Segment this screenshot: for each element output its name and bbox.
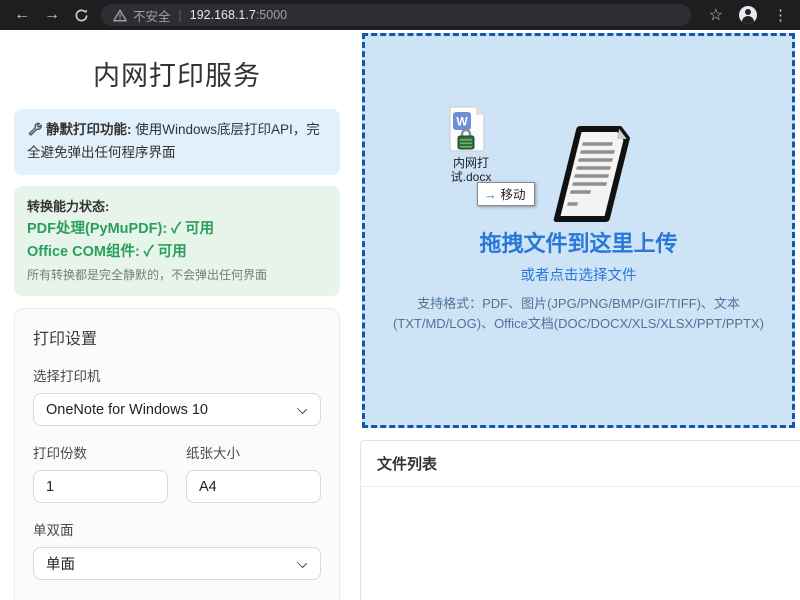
- bookmark-star-icon[interactable]: ☆: [709, 5, 723, 25]
- duplex-label: 单双面: [33, 519, 321, 539]
- paper-size-input[interactable]: [186, 470, 321, 503]
- page-title: 内网打印服务: [0, 54, 354, 93]
- dragged-file[interactable]: W 内网打 试.docx →移动: [443, 106, 533, 185]
- status-note: 所有转换都是完全静默的，不会弹出任何界面: [27, 266, 327, 285]
- left-panel: 内网打印服务 静默打印功能: 使用Windows底层打印API，完全避免弹出任何…: [0, 30, 354, 600]
- banner-bold-text: 静默打印功能:: [46, 122, 132, 137]
- security-label: 不安全: [133, 6, 171, 25]
- settings-heading: 打印设置: [33, 325, 321, 349]
- upload-dropzone[interactable]: W 内网打 试.docx →移动: [362, 33, 795, 428]
- wrench-icon: [27, 121, 42, 143]
- dropzone-subtitle[interactable]: 或者点击选择文件: [365, 264, 792, 285]
- copies-label: 打印份数: [33, 442, 168, 462]
- dropzone-formats: 支持格式：PDF、图片(JPG/PNG/BMP/GIF/TIFF)、文本(TXT…: [385, 294, 772, 334]
- chevron-down-icon: [297, 404, 307, 414]
- silent-print-banner: 静默打印功能: 使用Windows底层打印API，完全避免弹出任何程序界面: [14, 109, 340, 175]
- conversion-status-box: 转换能力状态: PDF处理(PyMuPDF): ✓ 可用 Office COM组…: [14, 186, 340, 296]
- url-host: 192.168.1.7: [190, 8, 256, 22]
- chevron-down-icon: [297, 558, 307, 568]
- status-pdf-line: PDF处理(PyMuPDF): ✓ 可用: [27, 218, 327, 241]
- warning-icon: [113, 9, 127, 22]
- printer-label: 选择打印机: [33, 365, 321, 385]
- profile-avatar-icon[interactable]: [739, 6, 757, 24]
- copies-input[interactable]: [33, 470, 168, 503]
- printer-select[interactable]: OneNote for Windows 10: [33, 393, 321, 426]
- word-badge-letter: W: [456, 115, 468, 129]
- dropzone-title: 拖拽文件到这里上传: [365, 226, 792, 258]
- duplex-select-value: 单面: [46, 553, 75, 574]
- address-separator: |: [179, 8, 182, 22]
- forward-icon[interactable]: →: [44, 7, 60, 23]
- printer-select-value: OneNote for Windows 10: [46, 402, 208, 418]
- file-list-heading: 文件列表: [361, 441, 800, 487]
- address-bar[interactable]: 不安全 | 192.168.1.7 :5000: [101, 4, 691, 26]
- move-arrow-icon: →: [484, 188, 497, 202]
- url-port: :5000: [256, 8, 287, 22]
- dragged-file-name: 内网打 试.docx: [443, 156, 499, 185]
- drag-move-tooltip: →移动: [477, 182, 535, 206]
- print-settings-card: 打印设置 选择打印机 OneNote for Windows 10 打印份数 纸…: [14, 308, 340, 600]
- status-office-line: Office COM组件: ✓ 可用: [27, 241, 327, 264]
- back-icon[interactable]: ←: [14, 7, 30, 23]
- menu-dots-icon[interactable]: ⋮: [773, 6, 788, 24]
- file-list-card: 文件列表: [360, 440, 800, 600]
- word-file-icon: W: [448, 106, 486, 154]
- duplex-select[interactable]: 单面: [33, 547, 321, 580]
- screen: ← → 不安全 | 192.168.1.7 :5000 ☆ ⋮ 内网打印服务 静…: [0, 0, 800, 600]
- reload-icon[interactable]: [74, 8, 89, 23]
- status-heading: 转换能力状态:: [27, 197, 327, 218]
- paper-size-label: 纸张大小: [186, 442, 321, 462]
- browser-toolbar: ← → 不安全 | 192.168.1.7 :5000 ☆ ⋮: [0, 0, 800, 30]
- document-page-icon: [553, 124, 643, 229]
